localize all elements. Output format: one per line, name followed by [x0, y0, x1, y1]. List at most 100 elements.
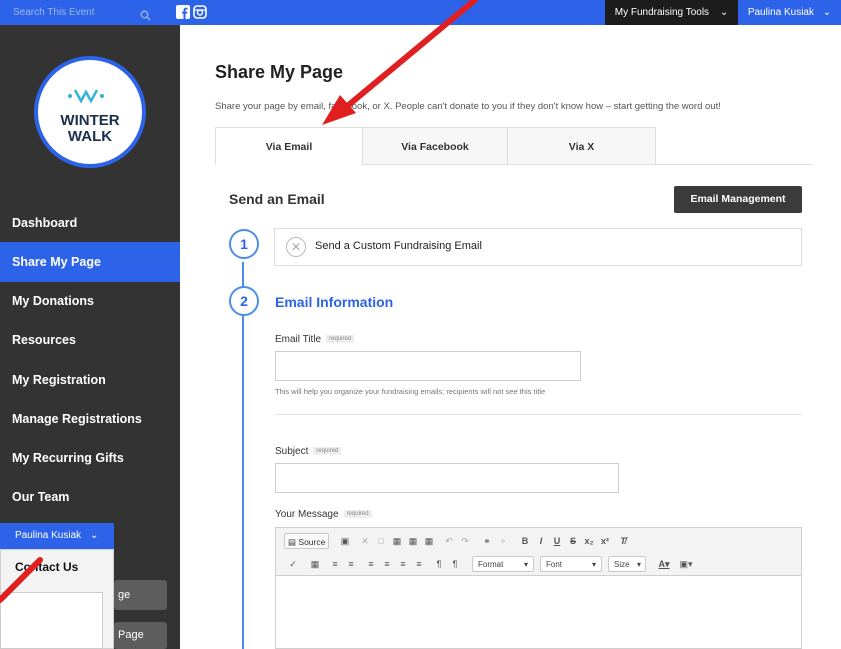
- numbered-list-icon[interactable]: ≡: [328, 556, 342, 572]
- sidebar-button[interactable]: ge: [114, 580, 167, 610]
- align-left-icon[interactable]: ≡: [364, 556, 378, 572]
- strikethrough-icon[interactable]: S: [566, 533, 580, 549]
- logo-text-walk: WALK: [67, 128, 113, 145]
- format-select[interactable]: Format ▾: [472, 556, 534, 572]
- step-connector: [242, 262, 244, 649]
- instagram-icon[interactable]: [193, 5, 207, 19]
- email-title-input[interactable]: [275, 351, 581, 381]
- tab-via-email[interactable]: Via Email: [215, 127, 363, 165]
- font-select[interactable]: Font ▾: [540, 556, 602, 572]
- email-management-button[interactable]: Email Management: [674, 186, 802, 213]
- overlay-panel: [0, 592, 103, 649]
- sidebar-item-resources[interactable]: Resources: [0, 320, 180, 360]
- top-bar: Search This Event My Fundraising Tools ⌄…: [0, 0, 841, 25]
- page-title: Share My Page: [215, 62, 344, 82]
- table-icon[interactable]: ▦: [308, 556, 322, 572]
- fundraising-tools-label: My Fundraising Tools: [614, 7, 710, 18]
- facebook-icon[interactable]: [176, 5, 190, 19]
- message-editor[interactable]: ▤ Source ▣ ✕ □ ▦ ▦ ▦ ↶ ↷ ⚭ ⚬ B I U S x₂ …: [275, 527, 802, 649]
- subject-label-text: Subject: [275, 446, 309, 457]
- tab-via-x[interactable]: Via X: [507, 127, 656, 165]
- underline-icon[interactable]: U: [550, 533, 564, 549]
- unlink-icon[interactable]: ⚬: [496, 533, 510, 549]
- italic-icon[interactable]: I: [534, 533, 548, 549]
- message-label: Your Message required: [275, 509, 372, 520]
- sidebar-item-our-team[interactable]: Our Team: [0, 477, 180, 517]
- tab-via-facebook[interactable]: Via Facebook: [362, 127, 508, 165]
- bulleted-list-icon[interactable]: ≡: [344, 556, 358, 572]
- sidebar-item-dashboard[interactable]: Dashboard: [0, 203, 180, 243]
- close-icon[interactable]: ✕: [286, 237, 306, 257]
- image-icon[interactable]: ▣: [338, 533, 352, 549]
- font-select-label: Font: [546, 560, 563, 569]
- align-center-icon[interactable]: ≡: [380, 556, 394, 572]
- redo-icon[interactable]: ↷: [458, 533, 472, 549]
- chevron-down-icon: ⌄: [719, 7, 729, 18]
- spellcheck-icon[interactable]: ✓: [286, 556, 300, 572]
- sidebar-item-my-registration[interactable]: My Registration: [0, 360, 180, 400]
- chevron-down-icon: ⌄: [89, 530, 99, 541]
- logo-mark: [38, 86, 142, 109]
- subject-label: Subject required: [275, 446, 342, 457]
- editor-toolbar: ▤ Source ▣ ✕ □ ▦ ▦ ▦ ↶ ↷ ⚭ ⚬ B I U S x₂ …: [276, 528, 801, 576]
- sidebar-item-share-my-page[interactable]: Share My Page: [0, 242, 180, 282]
- size-select-label: Size: [614, 560, 630, 569]
- contact-us-link[interactable]: Contact Us: [1, 560, 113, 574]
- sidebar-item-my-donations[interactable]: My Donations: [0, 281, 180, 321]
- paste-icon[interactable]: ▦: [390, 533, 404, 549]
- overlay-user-name: Paulina Kusiak: [15, 530, 82, 541]
- format-select-label: Format: [478, 560, 504, 569]
- undo-icon[interactable]: ↶: [442, 533, 456, 549]
- message-label-text: Your Message: [275, 509, 339, 520]
- sidebar-button-label: ge: [118, 589, 131, 601]
- step-1-badge: 1: [229, 229, 259, 259]
- email-title-help: This will help you organize your fundrai…: [275, 387, 546, 396]
- size-select[interactable]: Size ▾: [608, 556, 646, 572]
- email-title-label: Email Title required: [275, 334, 355, 345]
- link-icon[interactable]: ⚭: [480, 533, 494, 549]
- email-information-heading: Email Information: [275, 294, 394, 310]
- source-button[interactable]: ▤ Source: [284, 533, 330, 549]
- paste-text-icon[interactable]: ▦: [406, 533, 420, 549]
- ltr-icon[interactable]: ¶: [432, 556, 446, 572]
- required-badge: required: [343, 510, 372, 519]
- page-subtitle: Share your page by email, facebook, or X…: [215, 101, 721, 112]
- source-icon: ▤: [288, 537, 299, 547]
- copy-icon[interactable]: □: [374, 533, 388, 549]
- share-tabs: Via Email Via Facebook Via X: [215, 127, 813, 165]
- step-2-badge: 2: [229, 286, 259, 316]
- sidebar-item-manage-registrations[interactable]: Manage Registrations: [0, 399, 180, 439]
- sidebar-page-button-label: Page: [118, 629, 144, 641]
- cut-icon[interactable]: ✕: [358, 533, 372, 549]
- source-label: Source: [298, 537, 326, 547]
- background-color-icon[interactable]: ▣▾: [676, 556, 696, 572]
- paste-word-icon[interactable]: ▦: [422, 533, 436, 549]
- user-name-label: Paulina Kusiak: [747, 7, 814, 18]
- chevron-down-icon: ⌄: [822, 7, 832, 18]
- rtl-icon[interactable]: ¶: [448, 556, 462, 572]
- email-title-label-text: Email Title: [275, 334, 322, 345]
- divider: [275, 414, 802, 415]
- search-input[interactable]: Search This Event: [0, 0, 160, 25]
- justify-icon[interactable]: ≡: [412, 556, 426, 572]
- sidebar-item-my-recurring-gifts[interactable]: My Recurring Gifts: [0, 438, 180, 478]
- required-badge: required: [326, 335, 355, 344]
- subject-input[interactable]: [275, 463, 619, 493]
- send-email-heading: Send an Email: [229, 191, 325, 207]
- superscript-icon[interactable]: x²: [598, 533, 612, 549]
- search-placeholder: Search This Event: [13, 7, 95, 18]
- text-color-icon[interactable]: A▾: [654, 556, 674, 572]
- sidebar-page-button[interactable]: Page: [114, 622, 167, 649]
- chevron-down-icon: ▾: [636, 560, 641, 569]
- remove-format-icon[interactable]: T̸: [616, 533, 630, 549]
- overlay-user-menu[interactable]: Paulina Kusiak ⌄: [0, 523, 114, 549]
- bold-icon[interactable]: B: [518, 533, 532, 549]
- align-right-icon[interactable]: ≡: [396, 556, 410, 572]
- subscript-icon[interactable]: x₂: [582, 533, 596, 549]
- fundraising-tools-button[interactable]: My Fundraising Tools ⌄: [605, 0, 738, 25]
- user-menu-button[interactable]: Paulina Kusiak ⌄: [738, 0, 841, 25]
- step-1-label: Send a Custom Fundraising Email: [315, 240, 482, 252]
- step-1-card[interactable]: ✕ Send a Custom Fundraising Email: [274, 228, 802, 266]
- logo-text-winter: WINTER: [60, 112, 120, 129]
- winter-walk-logo: WINTER WALK: [34, 56, 146, 168]
